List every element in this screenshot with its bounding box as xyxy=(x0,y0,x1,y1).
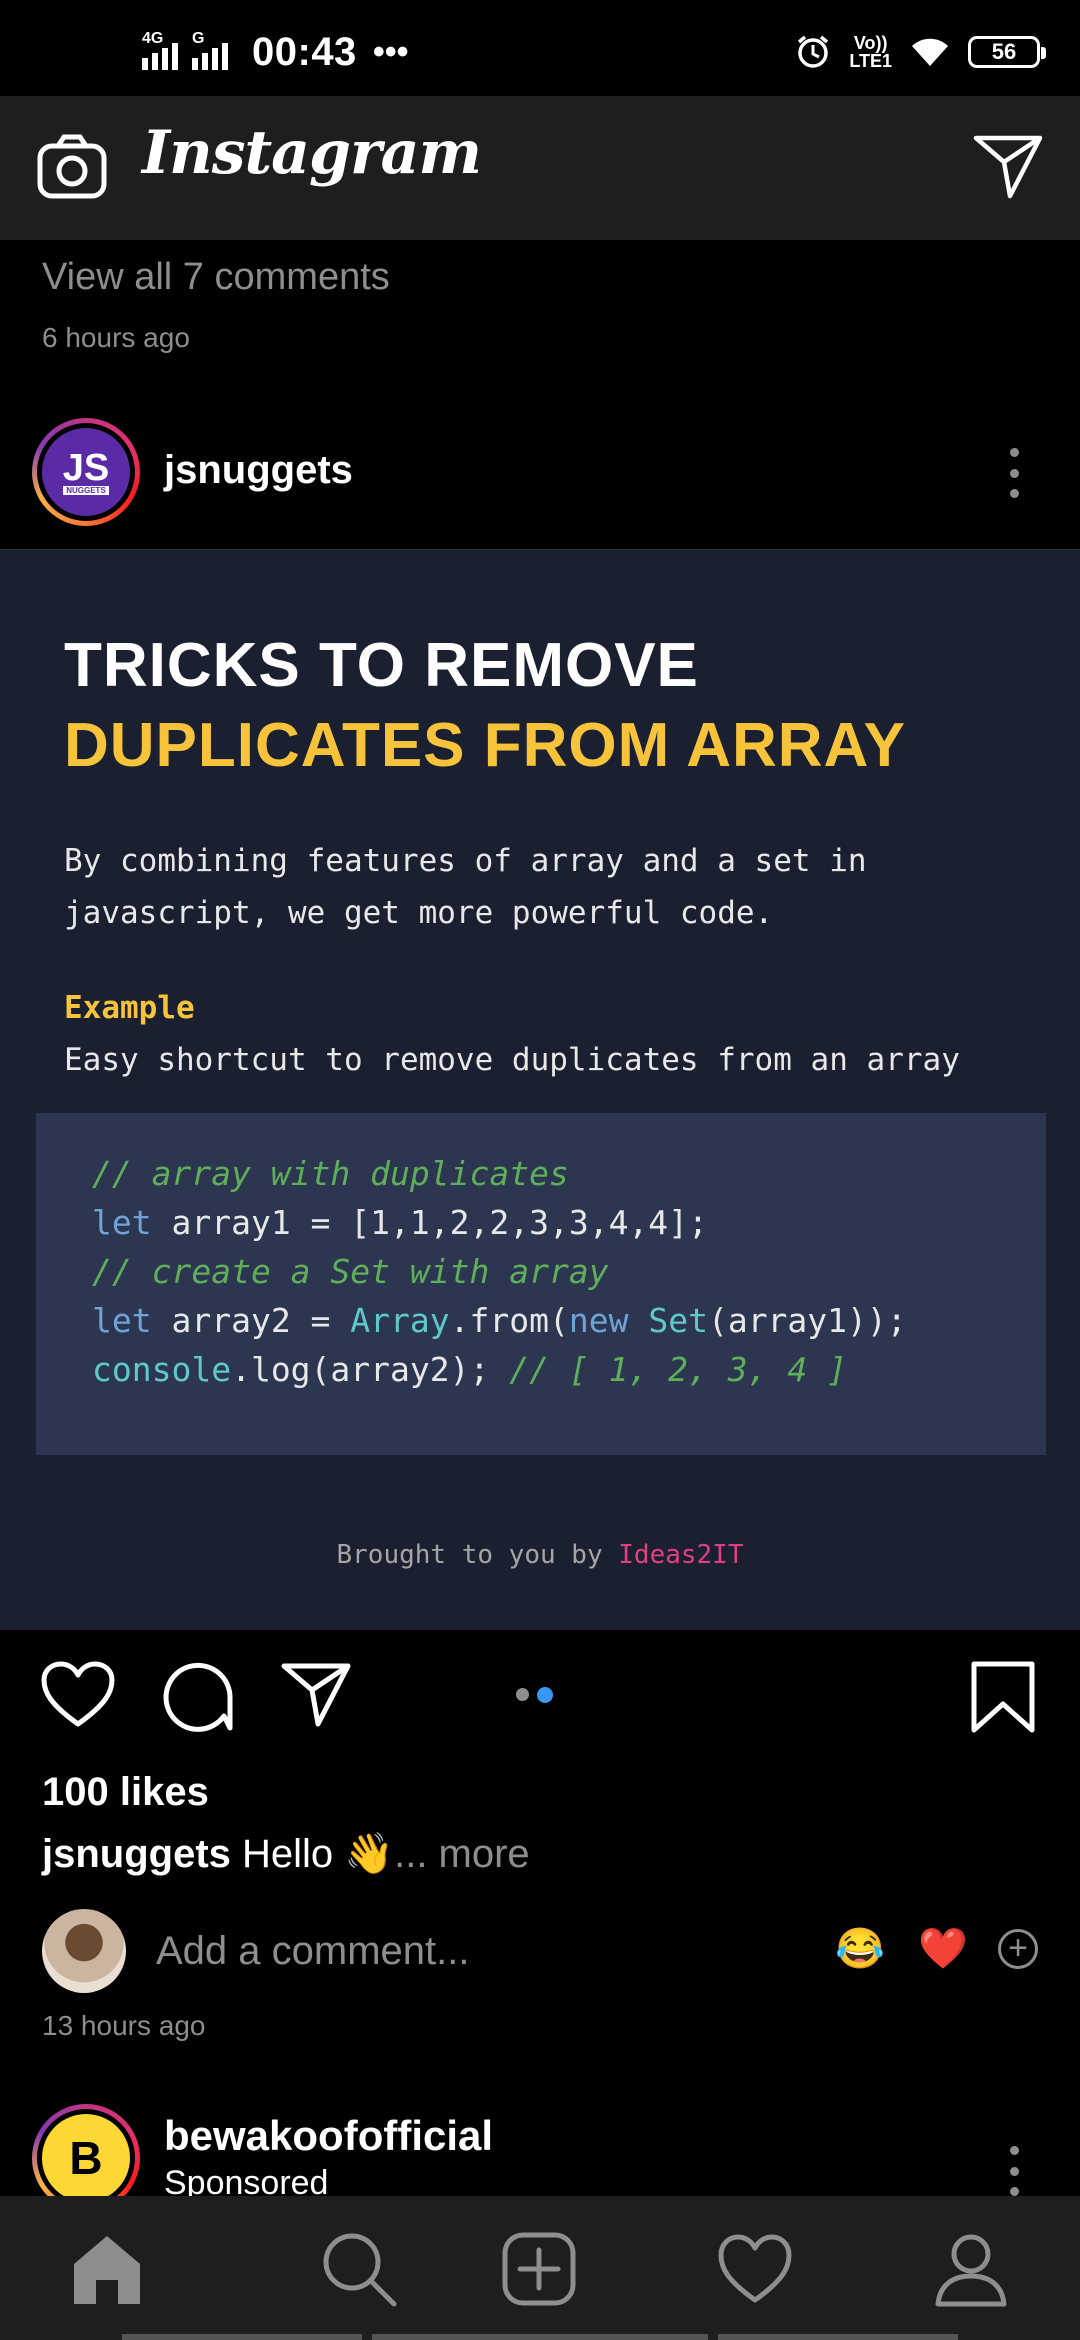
battery-icon: 56 xyxy=(968,36,1046,68)
code-class: Set xyxy=(648,1301,708,1340)
credit-brand: Ideas2IT xyxy=(618,1540,744,1570)
code-comment: // array with duplicates xyxy=(92,1154,569,1193)
wifi-icon xyxy=(912,38,948,66)
carousel-dot-active xyxy=(537,1687,553,1703)
clock: 00:43 xyxy=(252,30,357,74)
image-description: By combining features of array and a set… xyxy=(64,843,867,931)
add-comment-row: Add a comment... 😂 ❤️ + xyxy=(0,1905,1080,1999)
code-text: .from( xyxy=(449,1301,569,1340)
code-keyword: let xyxy=(92,1203,152,1242)
more-options-icon[interactable] xyxy=(1008,448,1020,498)
code-text: (array1)); xyxy=(707,1301,907,1340)
instagram-logo: Instagram xyxy=(142,118,482,188)
image-title-line1: TRICKS TO REMOVE xyxy=(64,631,699,700)
like-count[interactable]: 100 likes xyxy=(42,1770,209,1815)
current-user-avatar xyxy=(42,1909,126,1993)
comment-icon[interactable] xyxy=(162,1660,234,1732)
code-object: console xyxy=(92,1350,232,1389)
carousel-indicator xyxy=(516,1687,553,1703)
view-all-comments-link[interactable]: View all 7 comments xyxy=(42,256,390,299)
code-comment: // [ 1, 2, 3, 4 ] xyxy=(509,1350,847,1389)
network-type-2: G xyxy=(192,29,205,47)
image-credit: Brought to you by Ideas2IT xyxy=(0,1540,1080,1570)
code-text: array2 = xyxy=(151,1301,351,1340)
more-options-icon[interactable] xyxy=(1008,2146,1020,2196)
caption-username[interactable]: jsnuggets xyxy=(42,1832,231,1876)
status-right: Vo)) LTE1 56 xyxy=(795,34,1046,70)
status-bar: 4G G 00:43 ••• Vo)) LTE1 56 xyxy=(0,0,1080,96)
signal-icon-2: G xyxy=(192,30,232,70)
more-notifications-icon: ••• xyxy=(372,33,409,71)
code-comment: // create a Set with array xyxy=(92,1252,609,1291)
volte-indicator: Vo)) LTE1 xyxy=(849,34,892,70)
example-description: Easy shortcut to remove duplicates from … xyxy=(64,1042,960,1078)
like-heart-icon[interactable] xyxy=(40,1660,116,1730)
network-type-1: 4G xyxy=(142,29,164,47)
bottom-navigation xyxy=(0,2196,1080,2340)
share-paper-plane-icon[interactable] xyxy=(280,1660,352,1728)
volte-top: Vo)) xyxy=(853,33,888,53)
sponsored-post-header: B bewakoofofficial Sponsored xyxy=(0,2100,1080,2212)
bookmark-icon[interactable] xyxy=(970,1660,1036,1734)
caption-text: Hello 👋 xyxy=(230,1832,395,1876)
post-header: JS NUGGETS jsnuggets xyxy=(0,412,1080,548)
example-label: Example xyxy=(64,990,195,1026)
app-header: Instagram xyxy=(0,96,1080,240)
avatar-logo-subtext: NUGGETS xyxy=(63,485,109,495)
home-icon[interactable] xyxy=(68,2230,146,2308)
sponsor-logo: B xyxy=(42,2114,130,2202)
caption-more-link[interactable]: ... more xyxy=(394,1832,530,1876)
carousel-dot xyxy=(516,1688,529,1701)
paper-plane-icon[interactable] xyxy=(972,132,1044,200)
volte-bottom: LTE1 xyxy=(849,51,892,71)
alarm-icon xyxy=(798,35,829,68)
add-post-icon[interactable] xyxy=(500,2230,578,2308)
activity-heart-icon[interactable] xyxy=(716,2230,794,2308)
quick-reaction-heart[interactable]: ❤️ xyxy=(918,1925,968,1972)
avatar[interactable]: JS NUGGETS xyxy=(32,418,140,526)
signal-icon-1: 4G xyxy=(142,30,182,70)
credit-prefix: Brought to you by xyxy=(336,1540,619,1570)
code-text: array1 = [1,1,2,2,3,3,4,4]; xyxy=(151,1203,708,1242)
caption: jsnuggets Hello 👋... more xyxy=(42,1830,530,1877)
sponsor-username[interactable]: bewakoofofficial xyxy=(164,2112,493,2160)
post-image[interactable]: TRICKS TO REMOVE DUPLICATES FROM ARRAY B… xyxy=(0,549,1080,1630)
code-class: Array xyxy=(350,1301,450,1340)
status-left: 4G G 00:43 ••• xyxy=(142,30,409,75)
post-username[interactable]: jsnuggets xyxy=(164,448,353,493)
code-keyword: let xyxy=(92,1301,152,1340)
battery-level: 56 xyxy=(991,39,1017,64)
profile-icon[interactable] xyxy=(932,2230,1010,2308)
add-emoji-icon[interactable]: + xyxy=(998,1929,1038,1969)
quick-reaction-laugh[interactable]: 😂 xyxy=(835,1925,885,1972)
search-icon[interactable] xyxy=(320,2230,398,2308)
post-actions xyxy=(0,1630,1080,1760)
post-timestamp: 6 hours ago xyxy=(42,322,190,353)
post-timestamp: 13 hours ago xyxy=(42,2010,206,2041)
system-gesture-bar xyxy=(0,2334,1080,2340)
image-title-line2: DUPLICATES FROM ARRAY xyxy=(64,711,906,780)
comment-input[interactable]: Add a comment... xyxy=(156,1929,469,1974)
code-text: .log(array2); xyxy=(231,1350,510,1389)
camera-icon[interactable] xyxy=(36,134,108,200)
avatar-logo-text: JS xyxy=(62,446,110,489)
code-block: // array with duplicates let array1 = [1… xyxy=(36,1113,1046,1455)
code-keyword: new xyxy=(568,1301,629,1340)
